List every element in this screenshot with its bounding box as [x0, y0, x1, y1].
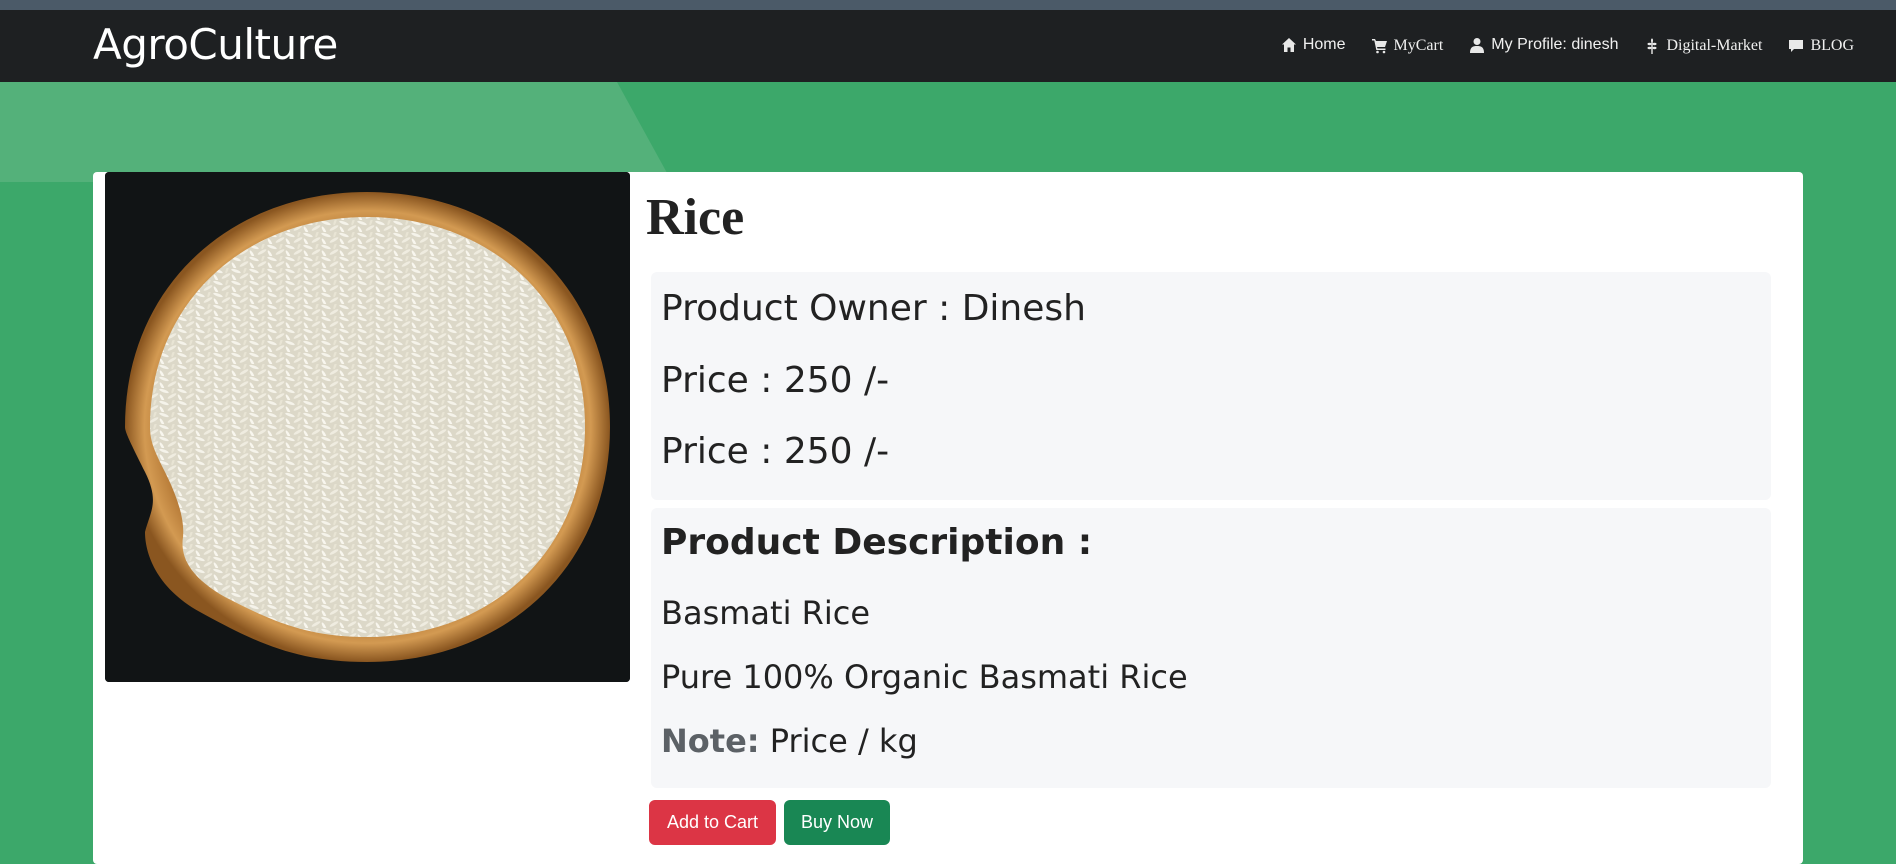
nav-market-link[interactable]: Digital-Market [1644, 37, 1762, 55]
product-description-panel: Product Description : Basmati Rice Pure … [651, 508, 1771, 788]
note-label: Note: [661, 722, 760, 760]
product-owner: Product Owner : Dinesh [661, 288, 1086, 329]
product-info-panel: Product Owner : Dinesh Price : 250 /- Pr… [651, 272, 1771, 500]
product-card: Rice Product Owner : Dinesh Price : 250 … [93, 172, 1803, 864]
cart-icon [1371, 38, 1388, 54]
nav-menu: Home MyCart My Profile: dinesh Digital-M… [1281, 34, 1854, 55]
buy-now-button[interactable]: Buy Now [784, 800, 890, 845]
description-heading: Product Description : [661, 522, 1093, 563]
home-icon [1281, 37, 1297, 53]
browser-top-strip [0, 0, 1896, 10]
nav-home-link[interactable]: Home [1281, 36, 1346, 54]
nav-cart-label: MyCart [1393, 37, 1444, 54]
nav-blog-link[interactable]: BLOG [1788, 37, 1854, 55]
product-price-repeat: Price : 250 /- [661, 431, 890, 472]
navbar: AgroCulture Home MyCart My Profile: dine… [0, 10, 1896, 82]
nav-market-label: Digital-Market [1666, 37, 1763, 54]
nav-home-label: Home [1302, 35, 1346, 53]
nav-profile-link[interactable]: My Profile: dinesh [1469, 36, 1618, 54]
brand-logo[interactable]: AgroCulture [93, 20, 338, 69]
note-text: Price / kg [759, 722, 918, 760]
add-to-cart-button[interactable]: Add to Cart [649, 800, 776, 845]
plant-icon [1644, 38, 1660, 54]
product-image [105, 172, 630, 682]
description-line: Basmati Rice [661, 594, 871, 632]
user-icon [1469, 37, 1485, 53]
product-title: Rice [646, 189, 745, 246]
nav-blog-label: BLOG [1810, 37, 1854, 54]
comment-icon [1788, 38, 1804, 54]
description-line: Pure 100% Organic Basmati Rice [661, 658, 1188, 696]
price-note: Note: Price / kg [661, 722, 918, 760]
nav-profile-label: My Profile: dinesh [1491, 35, 1619, 53]
nav-cart-link[interactable]: MyCart [1371, 37, 1444, 55]
product-price: Price : 250 /- [661, 360, 890, 401]
